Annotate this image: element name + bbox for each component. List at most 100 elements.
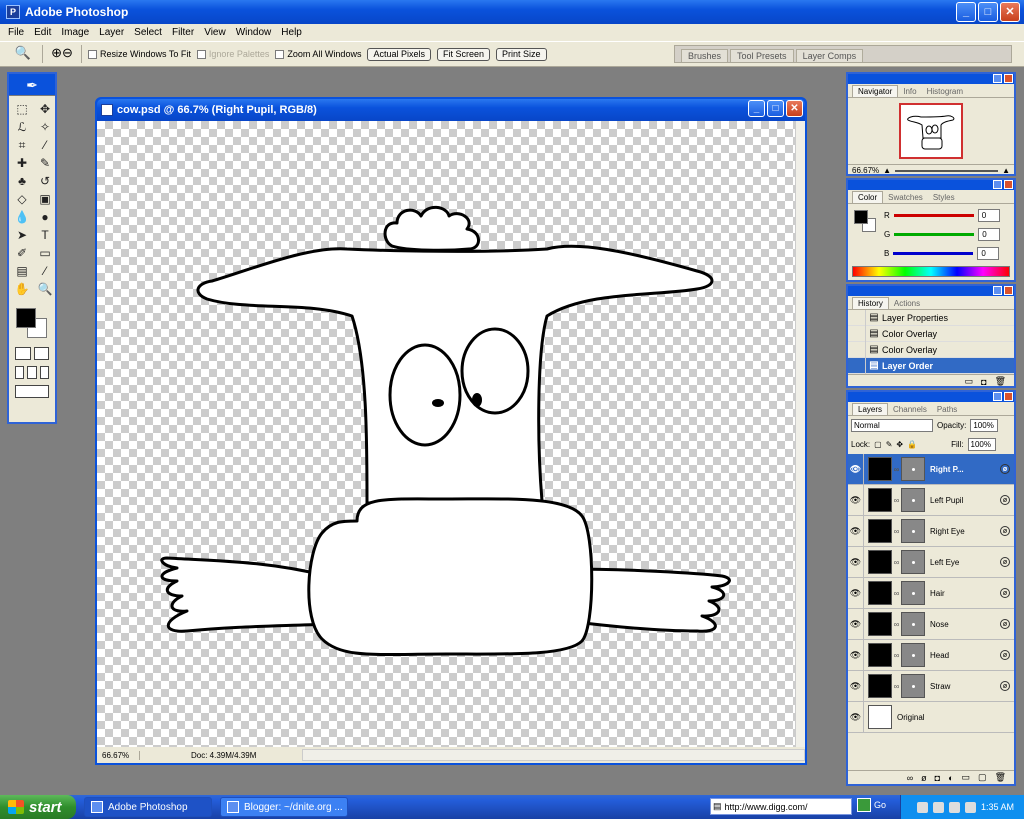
menu-file[interactable]: File [8, 27, 24, 38]
new-layer-icon[interactable]: ▢ [978, 772, 987, 783]
zoom-in-icon[interactable]: ▲ [1002, 166, 1010, 175]
tab-layers[interactable]: Layers [852, 403, 889, 415]
add-style-icon[interactable]: ø [921, 773, 927, 783]
layer-mask-thumbnail[interactable] [901, 581, 925, 605]
tab-info[interactable]: Info [898, 86, 921, 97]
zoom-in-out-icon[interactable]: ⊕⊖ [49, 45, 75, 63]
tab-color[interactable]: Color [852, 191, 884, 203]
taskbar-item-blogger[interactable]: Blogger: ~/dnite.org ... [220, 797, 348, 817]
layer-row[interactable]: 👁 ∞ Nose ø [848, 608, 1014, 640]
tab-navigator[interactable]: Navigator [852, 85, 899, 97]
delete-layer-icon[interactable]: 🗑 [995, 772, 1006, 783]
new-group-icon[interactable]: ▭ [962, 772, 971, 783]
layer-effects-icon[interactable]: ø [1000, 495, 1010, 505]
magic-wand-icon[interactable]: ✧ [35, 118, 55, 136]
layer-mask-thumbnail[interactable] [901, 674, 925, 698]
panel-close-icon[interactable] [1004, 286, 1013, 295]
foreground-color-swatch[interactable] [16, 308, 36, 328]
document-vertical-scrollbar[interactable] [795, 121, 805, 749]
layer-comps-tab[interactable]: Layer Comps [795, 49, 864, 62]
panel-minimize-icon[interactable] [993, 392, 1002, 401]
snapshot-icon[interactable]: ◘ [981, 377, 986, 387]
trash-icon[interactable]: 🗑 [995, 376, 1006, 387]
blue-slider[interactable] [893, 252, 974, 255]
document-titlebar[interactable]: cow.psd @ 66.7% (Right Pupil, RGB/8) [97, 99, 805, 121]
clock[interactable]: 1:35 AM [981, 802, 1014, 812]
slice-tool-icon[interactable]: ⁄ [35, 136, 55, 154]
brush-tool-icon[interactable]: ✎ [35, 154, 55, 172]
eye-icon[interactable]: 👁 [848, 701, 864, 733]
standard-mode-icon[interactable] [15, 347, 31, 360]
layer-row[interactable]: 👁 ∞ Head ø [848, 639, 1014, 671]
print-size-button[interactable]: Print Size [496, 47, 547, 61]
tray-icon[interactable] [916, 801, 928, 813]
tool-presets-tab[interactable]: Tool Presets [730, 49, 794, 62]
panel-header[interactable] [848, 286, 1014, 296]
lock-all-icon[interactable]: 🔒 [907, 440, 917, 449]
layer-row[interactable]: 👁 Original [848, 701, 1014, 733]
actual-pixels-button[interactable]: Actual Pixels [367, 47, 431, 61]
opacity-field[interactable]: 100% [970, 419, 999, 432]
layer-row[interactable]: 👁 ∞ Left Pupil ø [848, 484, 1014, 516]
layer-mask-thumbnail[interactable] [901, 643, 925, 667]
layer-effects-icon[interactable]: ø [1000, 588, 1010, 598]
navigator-zoom-slider[interactable] [895, 169, 999, 172]
color-foreground-swatch[interactable] [854, 210, 868, 224]
eye-icon[interactable]: 👁 [848, 546, 864, 578]
screen-mode-full-menu-icon[interactable] [27, 366, 37, 379]
link-layers-icon[interactable]: ∞ [907, 773, 913, 783]
panel-minimize-icon[interactable] [993, 180, 1002, 189]
go-button[interactable]: Go [857, 798, 886, 812]
pen-tool-icon[interactable]: ✐ [12, 244, 32, 262]
menu-filter[interactable]: Filter [172, 27, 194, 38]
dodge-tool-icon[interactable]: ● [35, 208, 55, 226]
history-brush-icon[interactable]: ↺ [35, 172, 55, 190]
red-slider[interactable] [893, 214, 974, 217]
quick-mask-mode-icon[interactable] [33, 347, 49, 360]
eye-icon[interactable]: 👁 [848, 577, 864, 609]
taskbar-item-photoshop[interactable]: Adobe Photoshop [84, 797, 212, 817]
move-tool-icon[interactable]: ✥ [35, 100, 55, 118]
imageready-icon[interactable] [15, 385, 49, 398]
layer-effects-icon[interactable]: ø [1000, 557, 1010, 567]
history-source-column[interactable] [848, 309, 866, 326]
shape-tool-icon[interactable]: ▭ [35, 244, 55, 262]
panel-minimize-icon[interactable] [993, 74, 1002, 83]
zoom-all-windows-checkbox[interactable]: Zoom All Windows [275, 49, 361, 59]
eye-icon[interactable]: 👁 [848, 484, 864, 516]
document-size-info[interactable]: Doc: 4.39M/4.39M [146, 751, 296, 760]
marquee-tool-icon[interactable]: ⬚ [12, 100, 32, 118]
panel-close-icon[interactable] [1004, 180, 1013, 189]
history-item[interactable]: ▤ Color Overlay [848, 341, 1014, 358]
menu-edit[interactable]: Edit [34, 27, 51, 38]
blur-tool-icon[interactable]: 💧 [12, 208, 32, 226]
layer-effects-icon[interactable]: ø [1000, 526, 1010, 536]
eyedropper-icon[interactable]: ⁄ [35, 262, 55, 280]
tray-icon[interactable] [948, 801, 960, 813]
adjustment-layer-icon[interactable]: ◐ [948, 773, 953, 783]
history-source-column[interactable] [848, 341, 866, 358]
tab-paths[interactable]: Paths [932, 404, 962, 415]
doc-close-button[interactable]: ✕ [786, 100, 803, 117]
hand-tool-icon[interactable]: ✋ [12, 280, 32, 298]
color-ramp[interactable] [852, 266, 1010, 277]
panel-close-icon[interactable] [1004, 74, 1013, 83]
zoom-tool-icon[interactable]: 🔍 [35, 280, 55, 298]
eye-icon[interactable]: 👁 [848, 453, 864, 485]
tray-icon[interactable] [932, 801, 944, 813]
navigator-zoom-value[interactable]: 66.67% [852, 166, 879, 175]
green-slider[interactable] [894, 233, 975, 236]
panel-close-icon[interactable] [1004, 392, 1013, 401]
zoom-out-icon[interactable]: ▲ [883, 166, 891, 175]
maximize-button[interactable]: □ [978, 2, 998, 22]
screen-mode-full-icon[interactable] [39, 366, 49, 379]
zoom-tool-icon[interactable]: 🔍 [10, 45, 36, 63]
close-button[interactable]: ✕ [1000, 2, 1020, 22]
history-item[interactable]: ▤ Color Overlay [848, 325, 1014, 342]
blue-value[interactable]: 0 [977, 247, 1000, 260]
menu-view[interactable]: View [204, 27, 226, 38]
menu-layer[interactable]: Layer [99, 27, 124, 38]
eye-icon[interactable]: 👁 [848, 515, 864, 547]
eye-icon[interactable]: 👁 [848, 608, 864, 640]
resize-windows-checkbox[interactable]: Resize Windows To Fit [88, 49, 191, 59]
